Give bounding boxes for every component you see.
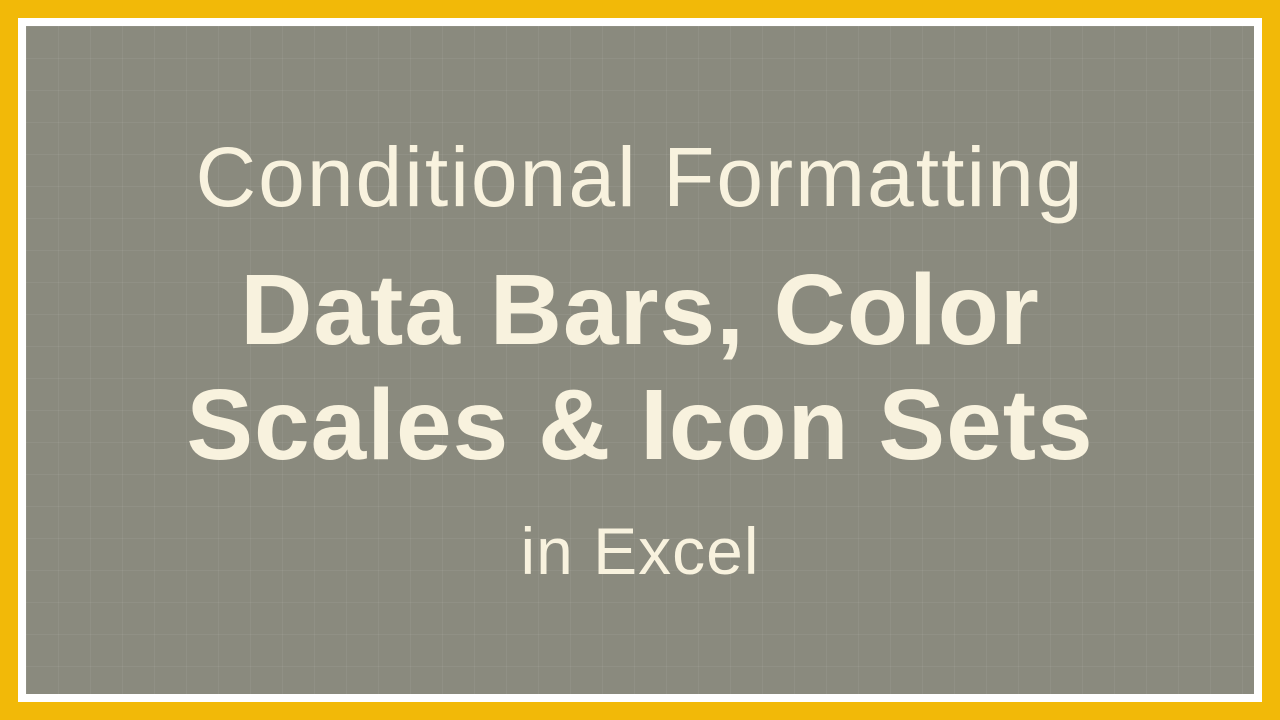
inner-white-frame: Conditional Formatting Data Bars, Color … xyxy=(18,18,1262,702)
slide-subtitle: Data Bars, Color Scales & Icon Sets xyxy=(66,253,1214,483)
slide-title: Conditional Formatting xyxy=(195,131,1084,223)
outer-gold-frame: Conditional Formatting Data Bars, Color … xyxy=(0,0,1280,720)
chalkboard-panel: Conditional Formatting Data Bars, Color … xyxy=(26,26,1254,694)
slide-footer: in Excel xyxy=(520,513,759,589)
